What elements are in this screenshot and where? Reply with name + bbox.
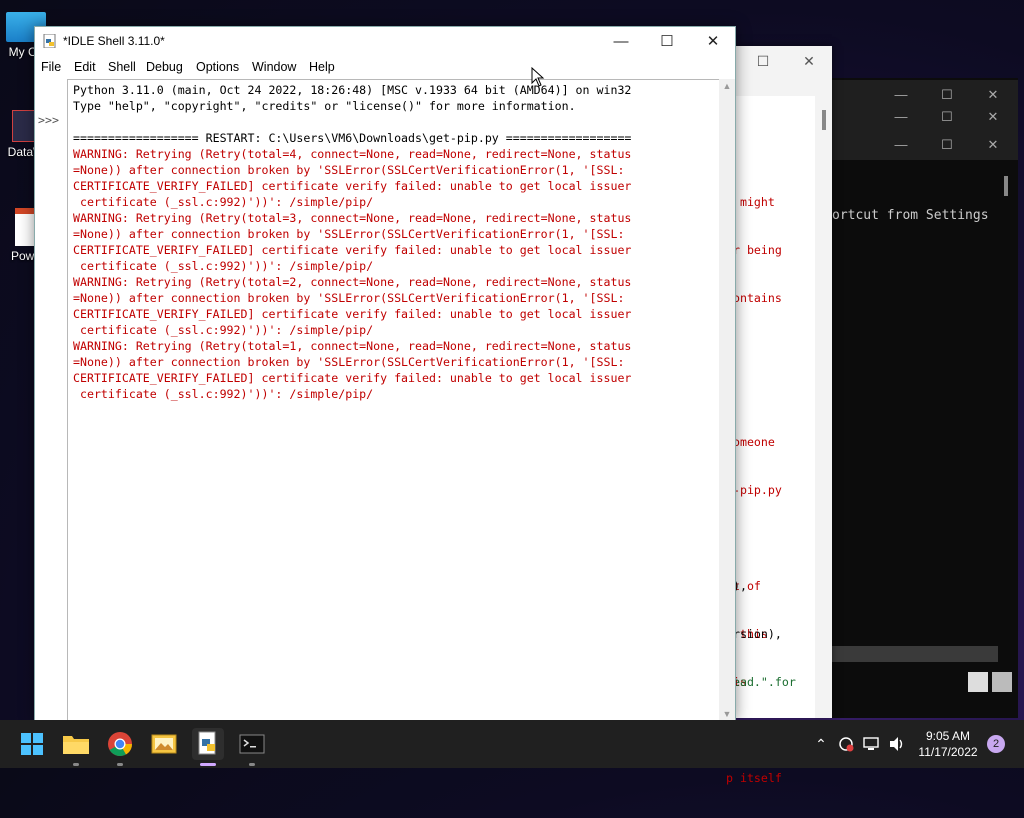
error-output-line: WARNING: Retrying (Retry(total=1, connec… xyxy=(73,339,632,353)
sync-alert-icon[interactable] xyxy=(836,720,856,768)
menu-edit[interactable]: Edit xyxy=(74,60,96,74)
close-button[interactable]: ✕ xyxy=(690,27,736,57)
code-line: n), xyxy=(726,579,747,593)
taskbar-file-explorer[interactable] xyxy=(60,728,92,760)
detail-view-icon[interactable] xyxy=(992,672,1012,692)
photos-icon xyxy=(151,734,177,754)
clock-time: 9:05 AM xyxy=(925,729,971,743)
taskbar-idle[interactable] xyxy=(192,728,224,760)
error-output-line: certificate (_ssl.c:992)'))': /simple/pi… xyxy=(73,323,374,337)
chevron-up-icon[interactable]: ⌃ xyxy=(812,720,830,768)
close-icon[interactable]: ✕ xyxy=(970,102,1016,132)
taskbar-photos[interactable] xyxy=(148,728,180,760)
background-terminal-window[interactable]: — ☐ ✕ — ☐ ✕ — ☐ ✕ ortcut from Settings xyxy=(832,78,1018,718)
start-button[interactable] xyxy=(16,728,48,760)
clock-date: 11/17/2022 xyxy=(918,745,978,759)
output-line: ================== RESTART: C:\Users\VM6… xyxy=(73,131,632,145)
vertical-scrollbar[interactable]: ▲ ▼ xyxy=(719,79,735,721)
windows-start-icon xyxy=(21,733,43,755)
terminal-titlebar-3[interactable]: — ☐ ✕ xyxy=(832,130,1018,160)
folder-icon xyxy=(63,736,89,754)
active-indicator xyxy=(200,763,216,766)
error-output-line: =None)) after connection broken by 'SSLE… xyxy=(73,227,625,241)
maximize-icon[interactable]: ☐ xyxy=(924,130,970,160)
running-indicator xyxy=(117,763,123,766)
running-indicator xyxy=(249,763,255,766)
editor-scrollbar-thumb[interactable] xyxy=(822,110,826,130)
notification-badge[interactable]: 2 xyxy=(987,735,1005,753)
window-title: *IDLE Shell 3.11.0* xyxy=(63,34,165,48)
chrome-icon xyxy=(108,732,132,757)
error-output-line: CERTIFICATE_VERIFY_FAILED] certificate v… xyxy=(73,307,632,321)
error-output-line: WARNING: Retrying (Retry(total=2, connec… xyxy=(73,275,632,289)
taskbar-clock[interactable]: 9:05 AM 11/17/2022 xyxy=(912,728,984,760)
network-icon[interactable] xyxy=(862,720,882,768)
minimize-icon[interactable]: — xyxy=(878,102,924,132)
terminal-icon xyxy=(239,734,265,754)
code-line: p itself xyxy=(726,771,782,785)
scroll-down-icon[interactable]: ▼ xyxy=(719,709,735,719)
terminal-output-text: ortcut from Settings xyxy=(832,208,989,223)
idle-shell-window[interactable]: *IDLE Shell 3.11.0* — ☐ ✕ File Edit Shel… xyxy=(34,26,736,722)
minimize-button[interactable]: — xyxy=(598,27,644,57)
scroll-up-icon[interactable]: ▲ xyxy=(719,81,735,91)
maximize-icon[interactable]: ☐ xyxy=(740,46,786,76)
taskbar: ⌃ 9:05 AM 11/17/2022 xyxy=(0,720,1024,768)
taskbar-terminal[interactable] xyxy=(236,728,268,760)
menu-file[interactable]: File xyxy=(41,60,61,74)
code-line: ersion), xyxy=(726,627,782,641)
error-output-line: certificate (_ssl.c:992)'))': /simple/pi… xyxy=(73,387,374,401)
error-output-line: WARNING: Retrying (Retry(total=3, connec… xyxy=(73,211,632,225)
output-line: Python 3.11.0 (main, Oct 24 2022, 18:26:… xyxy=(73,83,632,97)
python-file-icon xyxy=(43,33,57,49)
menu-debug[interactable]: Debug xyxy=(146,60,183,74)
error-output-line: certificate (_ssl.c:992)'))': /simple/pi… xyxy=(73,259,374,273)
error-output-line: CERTIFICATE_VERIFY_FAILED] certificate v… xyxy=(73,371,632,385)
taskbar-chrome[interactable] xyxy=(104,728,136,760)
menu-help[interactable]: Help xyxy=(309,60,335,74)
terminal-scrollbar-thumb[interactable] xyxy=(1004,176,1008,196)
maximize-button[interactable]: ☐ xyxy=(644,27,690,57)
error-output-line: =None)) after connection broken by 'SSLE… xyxy=(73,291,625,305)
running-indicator xyxy=(73,763,79,766)
close-icon[interactable]: ✕ xyxy=(786,46,832,76)
error-output-line: certificate (_ssl.c:992)'))': /simple/pi… xyxy=(73,195,374,209)
prompt-gutter: >>> xyxy=(35,79,67,721)
menu-options[interactable]: Options xyxy=(196,60,239,74)
shell-prompt: >>> xyxy=(38,113,59,127)
menu-shell[interactable]: Shell xyxy=(108,60,136,74)
minimize-icon[interactable]: — xyxy=(878,130,924,160)
maximize-icon[interactable]: ☐ xyxy=(924,102,970,132)
mouse-cursor-icon xyxy=(531,67,545,87)
error-output-line: =None)) after connection broken by 'SSLE… xyxy=(73,163,625,177)
volume-icon[interactable] xyxy=(886,720,908,768)
error-output-line: CERTIFICATE_VERIFY_FAILED] certificate v… xyxy=(73,179,632,193)
terminal-titlebar-2[interactable]: — ☐ ✕ xyxy=(832,102,1018,132)
error-output-line: =None)) after connection broken by 'SSLE… xyxy=(73,355,625,369)
menu-bar: File Edit Shell Debug Options Window Hel… xyxy=(35,57,735,79)
editor-code-block-bottom: n), ersion), tead.".for xyxy=(726,546,796,722)
output-line: Type "help", "copyright", "credits" or "… xyxy=(73,99,576,113)
close-icon[interactable]: ✕ xyxy=(970,130,1016,160)
title-bar[interactable]: *IDLE Shell 3.11.0* — ☐ ✕ xyxy=(35,27,735,57)
shell-text-area[interactable]: Python 3.11.0 (main, Oct 24 2022, 18:26:… xyxy=(67,79,720,721)
code-line: tead.".for xyxy=(726,675,796,689)
error-output-line: WARNING: Retrying (Retry(total=4, connec… xyxy=(73,147,632,161)
menu-window[interactable]: Window xyxy=(252,60,296,74)
terminal-horizontal-scrollbar[interactable] xyxy=(832,646,998,662)
python-idle-icon xyxy=(198,731,216,755)
error-output-line: CERTIFICATE_VERIFY_FAILED] certificate v… xyxy=(73,243,632,257)
list-view-icon[interactable] xyxy=(968,672,988,692)
